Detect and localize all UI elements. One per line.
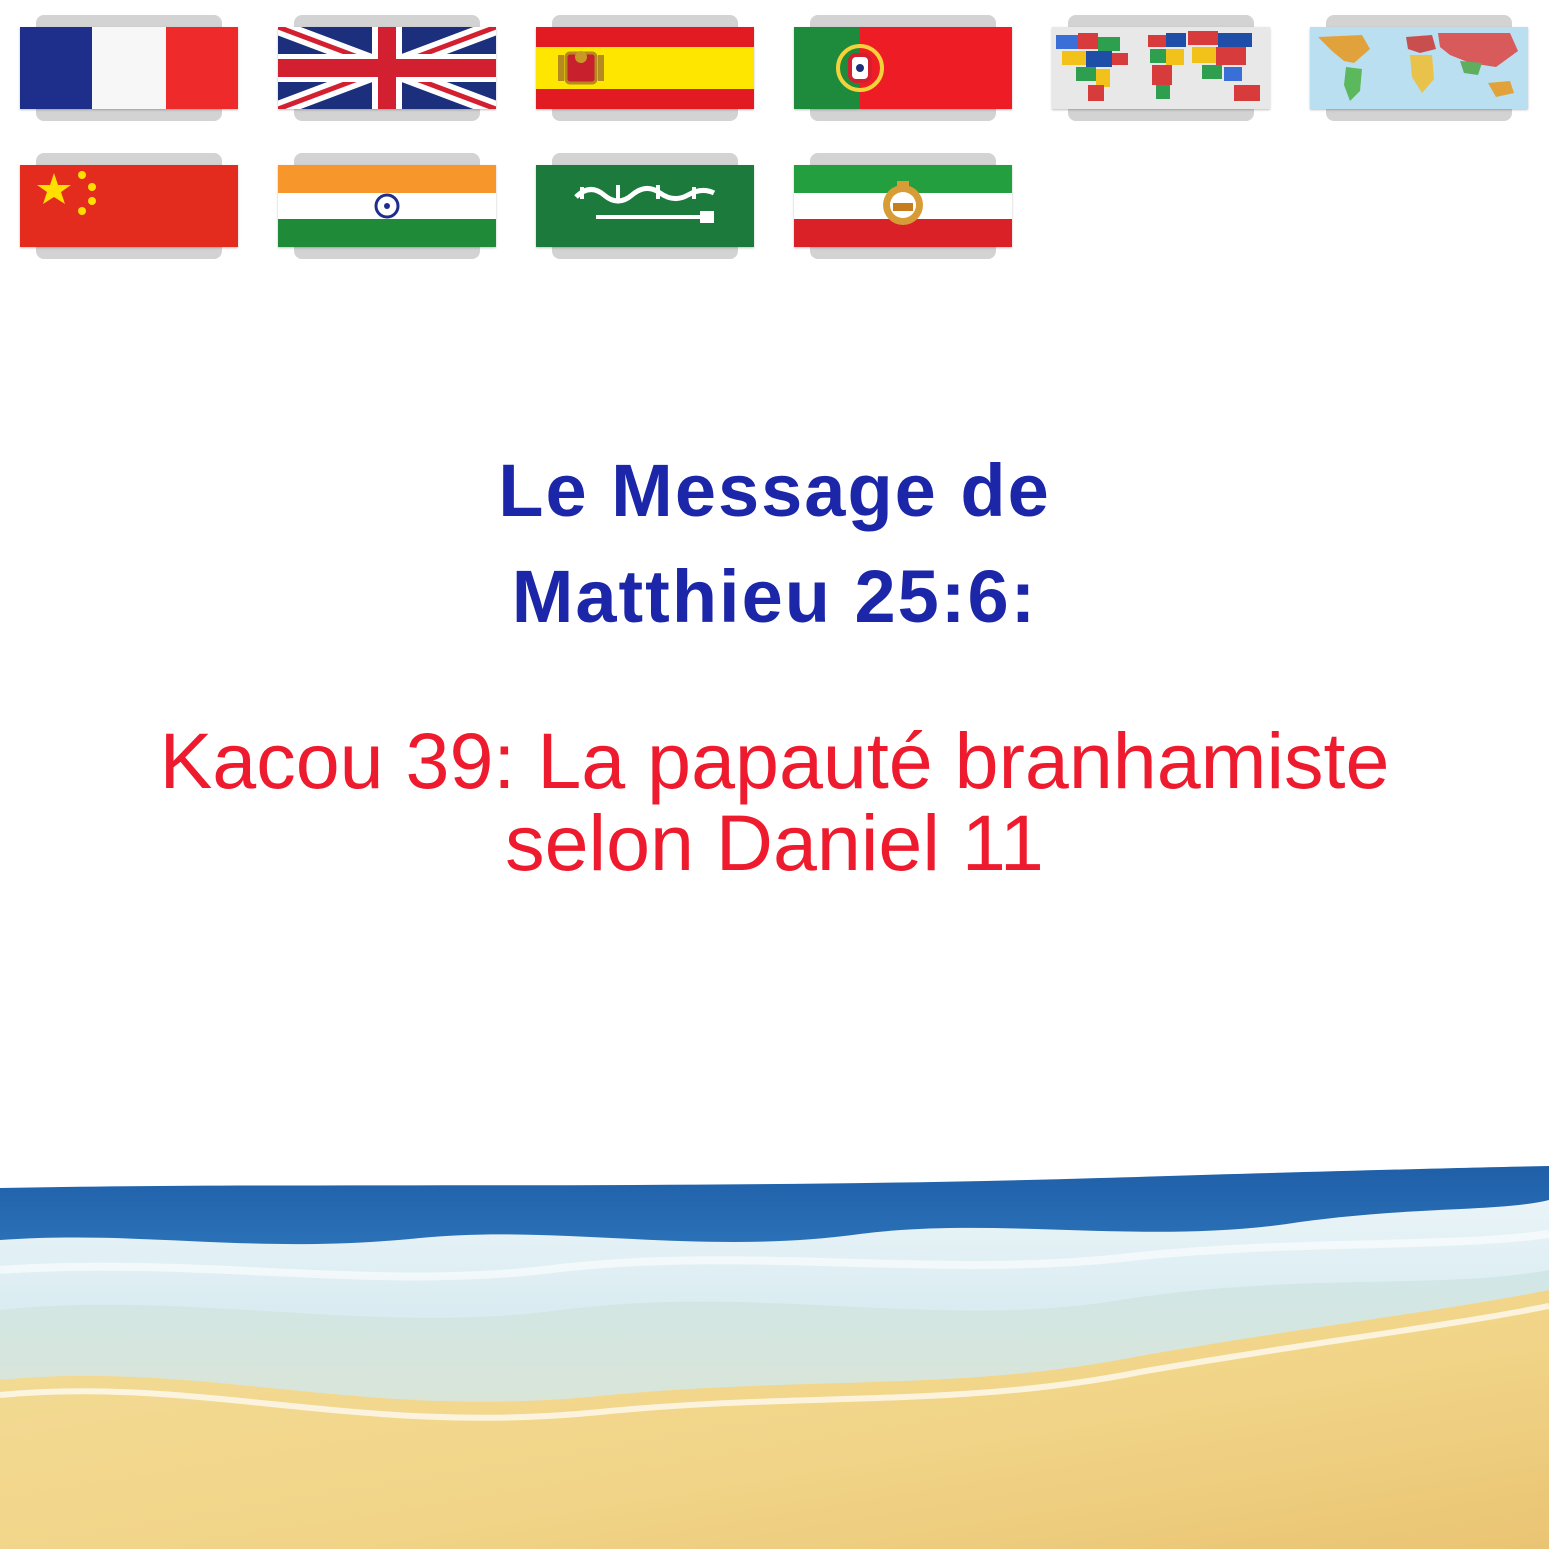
beach-waves-image [0, 1160, 1549, 1549]
world-flags-map-icon [1052, 27, 1270, 109]
flag-india-icon [278, 165, 496, 247]
flag-button-world-map[interactable] [1310, 15, 1528, 121]
flag-button-uk[interactable] [278, 15, 496, 121]
flag-button-china[interactable] [20, 153, 238, 259]
flag-button-portugal[interactable] [794, 15, 1012, 121]
flag-spain-icon [536, 27, 754, 109]
flag-saudi-arabia-icon [536, 165, 754, 247]
world-map-icon [1310, 27, 1528, 109]
flag-china-icon [20, 165, 238, 247]
flag-iran-icon [794, 165, 1012, 247]
flag-portugal-icon [794, 27, 1012, 109]
flag-france-icon [20, 27, 238, 109]
flag-button-iran[interactable] [794, 153, 1012, 259]
flag-button-france[interactable] [20, 15, 238, 121]
flag-uk-icon [278, 27, 496, 109]
page-title-line-1: Le Message de [498, 449, 1051, 532]
flag-button-india[interactable] [278, 153, 496, 259]
sermon-title-line-1: Kacou 39: La papauté branhamiste [159, 716, 1390, 805]
page-title-line-2: Matthieu 25:6: [511, 555, 1038, 638]
flag-button-world-flags[interactable] [1052, 15, 1270, 121]
flag-button-spain[interactable] [536, 15, 754, 121]
flag-button-saudi-arabia[interactable] [536, 153, 754, 259]
sermon-title-line-2: selon Daniel 11 [505, 798, 1044, 887]
